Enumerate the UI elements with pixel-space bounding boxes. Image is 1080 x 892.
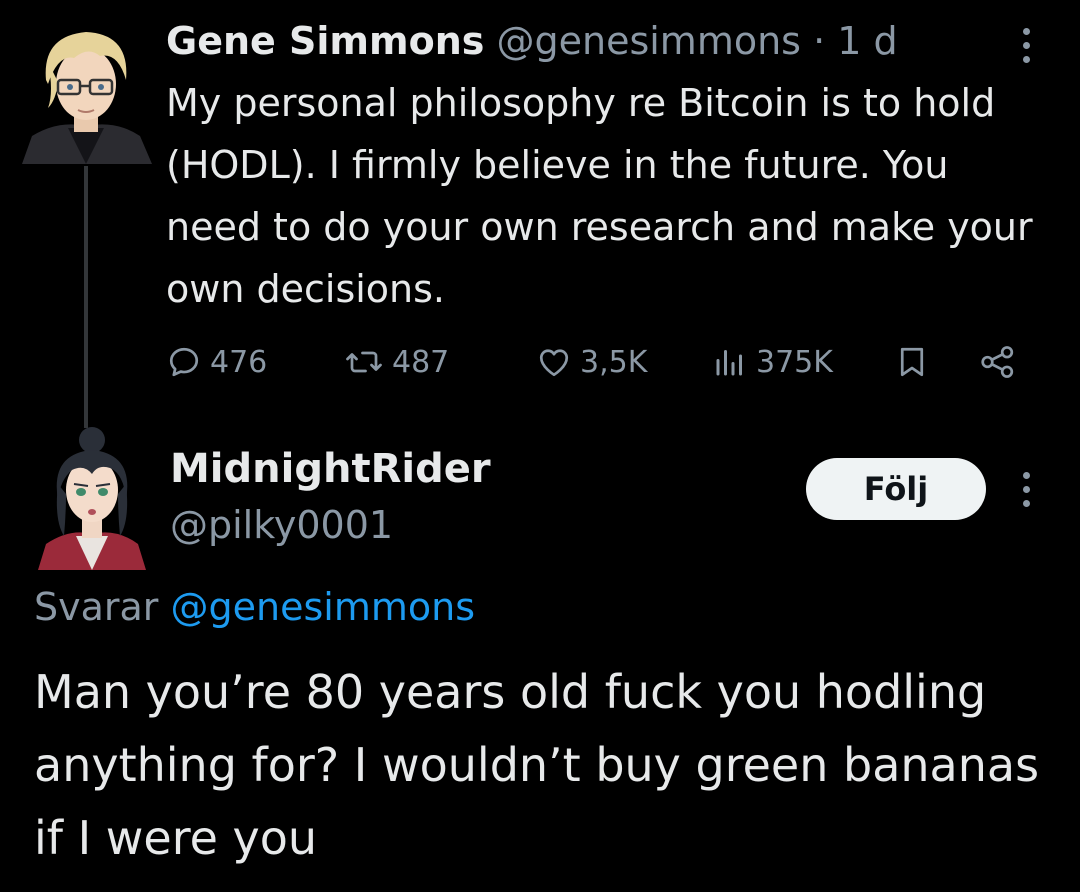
share-button[interactable] xyxy=(978,340,1018,384)
tweet-timestamp[interactable]: 1 d xyxy=(837,19,897,63)
tweet-action-bar: 476 487 3,5K 375K xyxy=(166,340,1046,384)
thread-connector-line xyxy=(84,166,88,428)
reply-text: Man you’re 80 years old fuck you hodling… xyxy=(34,665,1040,865)
repost-icon xyxy=(346,351,382,373)
views-button[interactable]: 375K xyxy=(712,340,833,384)
author-name[interactable]: Gene Simmons xyxy=(166,19,484,63)
gene-simmons-avatar[interactable] xyxy=(18,22,154,164)
more-vertical-icon[interactable] xyxy=(1014,472,1038,512)
follow-button[interactable]: Följ xyxy=(806,458,986,520)
like-button[interactable]: 3,5K xyxy=(536,340,647,384)
reply-author-name[interactable]: MidnightRider xyxy=(170,444,491,494)
tweet-text: My personal philosophy re Bitcoin is to … xyxy=(166,81,1033,311)
author-handle[interactable]: @genesimmons xyxy=(496,19,800,63)
more-vertical-icon[interactable] xyxy=(1014,28,1038,68)
bookmark-button[interactable] xyxy=(894,340,930,384)
share-icon xyxy=(981,346,1014,378)
tweet-header: Gene Simmons @genesimmons · 1 d xyxy=(166,16,898,66)
replying-to-line: Svarar @genesimmons xyxy=(34,582,475,632)
repost-count: 487 xyxy=(392,344,450,380)
midnightrider-avatar[interactable] xyxy=(36,424,148,570)
replying-to-mention[interactable]: @genesimmons xyxy=(171,585,475,629)
meta-separator: · xyxy=(813,19,826,63)
reply-button[interactable]: 476 xyxy=(166,340,267,384)
bookmark-icon xyxy=(900,347,924,377)
views-icon xyxy=(716,350,742,376)
reply-count: 476 xyxy=(210,344,268,380)
reply-icon xyxy=(169,347,199,377)
reply-author-handle[interactable]: @pilky0001 xyxy=(170,500,393,550)
like-count: 3,5K xyxy=(580,344,648,380)
replying-to-prefix: Svarar xyxy=(34,585,159,629)
tweet-thread: Gene Simmons @genesimmons · 1 d My perso… xyxy=(0,0,1080,892)
repost-button[interactable]: 487 xyxy=(344,340,449,384)
view-count: 375K xyxy=(756,344,833,380)
like-icon xyxy=(539,349,569,377)
